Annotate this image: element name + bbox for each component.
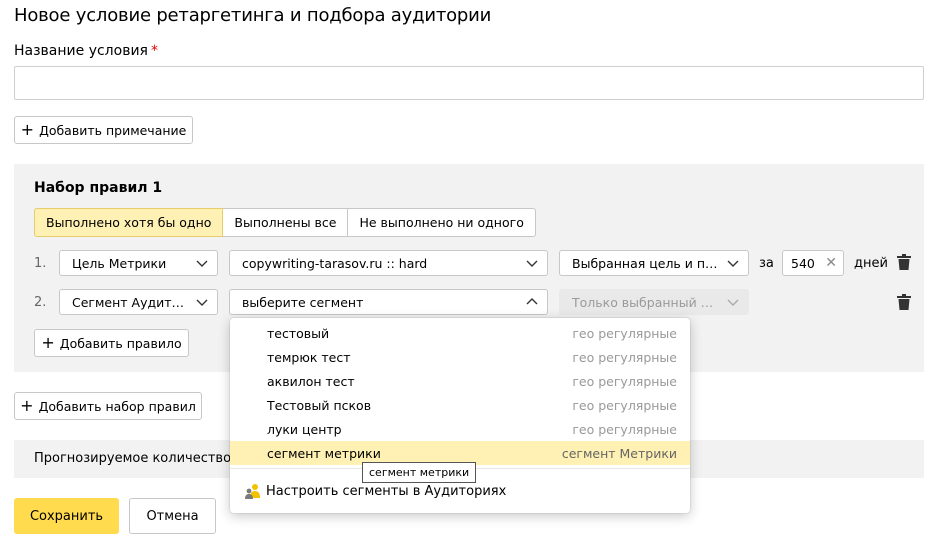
list-item[interactable]: темрюк тест гео регулярные — [230, 345, 690, 369]
segment-tag: гео регулярные — [572, 373, 677, 389]
segment-tag: гео регулярные — [572, 325, 677, 341]
rule-1-mode-select[interactable]: Выбранная цель и похо… — [559, 250, 749, 276]
segment-name: темрюк тест — [267, 349, 351, 365]
mode-none[interactable]: Не выполнено ни одного — [347, 208, 536, 237]
rule-2-number: 2. — [34, 295, 47, 310]
period-suffix: дней — [854, 256, 888, 271]
rule-1-goal-value: copywriting-tarasov.ru :: hard — [242, 255, 428, 271]
rule-2-type-select[interactable]: Сегмент Аудиторий — [59, 289, 218, 315]
name-field-label: Название условия * — [14, 43, 158, 59]
mode-all[interactable]: Выполнены все — [222, 208, 349, 237]
configure-segments-label: Настроить сегменты в Аудиториях — [266, 483, 507, 499]
list-item[interactable]: Тестовый псков гео регулярные — [230, 393, 690, 417]
list-item[interactable]: аквилон тест гео регулярные — [230, 369, 690, 393]
segment-name: луки центр — [267, 421, 342, 437]
tooltip: сегмент метрики — [362, 462, 477, 483]
add-note-label: Добавить примечание — [39, 122, 187, 138]
clear-icon[interactable]: ✕ — [825, 255, 837, 271]
segment-tag: сегмент Метрики — [561, 445, 677, 461]
chevron-up-icon — [526, 298, 538, 305]
list-item[interactable]: тестовый гео регулярные — [230, 321, 690, 345]
configure-segments-link[interactable]: Настроить сегменты в Аудиториях — [244, 483, 506, 499]
plus-icon: + — [41, 333, 55, 352]
cancel-button[interactable]: Отмена — [129, 498, 216, 534]
forecast-label: Прогнозируемое количество по — [34, 451, 252, 466]
add-note-button[interactable]: + Добавить примечание — [14, 116, 193, 144]
rule-2-type-value: Сегмент Аудиторий — [72, 294, 189, 310]
add-rule-button[interactable]: + Добавить правило — [34, 329, 189, 357]
rule-2-mode-select: Только выбранный сег… — [559, 289, 749, 315]
period-prefix: за — [759, 256, 774, 271]
trash-icon[interactable] — [897, 254, 911, 270]
trash-icon[interactable] — [897, 294, 911, 310]
rule-1-number: 1. — [34, 256, 47, 271]
chevron-down-icon — [526, 260, 538, 267]
add-ruleset-button[interactable]: + Добавить набор правил — [14, 392, 202, 420]
segment-tag: гео регулярные — [572, 421, 677, 437]
segment-name: сегмент метрики — [267, 445, 381, 461]
add-ruleset-label: Добавить набор правил — [38, 398, 196, 414]
name-field-label-text: Название условия — [14, 43, 148, 59]
segment-dropdown: тестовый гео регулярные темрюк тест гео … — [230, 318, 690, 513]
rule-1-type-select[interactable]: Цель Метрики — [59, 250, 218, 276]
chevron-down-icon — [196, 260, 208, 267]
mode-at-least-one[interactable]: Выполнено хотя бы одно — [34, 208, 224, 237]
add-rule-label: Добавить правило — [59, 335, 182, 351]
ruleset-title: Набор правил 1 — [34, 180, 163, 196]
condition-name-input[interactable] — [14, 66, 924, 100]
chevron-down-icon — [196, 299, 208, 306]
plus-icon: + — [20, 396, 34, 415]
segment-name: тестовый — [267, 325, 330, 341]
rule-2-segment-select[interactable]: выберите сегмент — [229, 289, 548, 315]
rule-1-type-value: Цель Метрики — [72, 255, 167, 271]
rule-1-mode-value: Выбранная цель и похо… — [572, 255, 720, 271]
chevron-down-icon — [727, 260, 739, 267]
segment-tag: гео регулярные — [572, 397, 677, 413]
segment-name: аквилон тест — [267, 373, 355, 389]
period-days-input[interactable]: 540 ✕ — [782, 250, 844, 276]
segment-tag: гео регулярные — [572, 349, 677, 365]
chevron-down-icon — [727, 299, 739, 306]
segment-name: Тестовый псков — [267, 397, 372, 413]
audience-icon — [245, 484, 260, 499]
plus-icon: + — [20, 120, 35, 139]
rule-2-segment-value: выберите сегмент — [242, 294, 364, 310]
rule-2-mode-value: Только выбранный сег… — [572, 294, 720, 310]
save-button[interactable]: Сохранить — [14, 498, 119, 534]
page-title: Новое условие ретаргетинга и подбора ауд… — [14, 5, 492, 26]
list-item[interactable]: луки центр гео регулярные — [230, 417, 690, 441]
period-days-value: 540 — [791, 255, 815, 271]
rule-1-goal-select[interactable]: copywriting-tarasov.ru :: hard — [229, 250, 548, 276]
ruleset-mode-switch: Выполнено хотя бы одно Выполнены все Не … — [34, 208, 536, 237]
required-mark: * — [150, 43, 158, 59]
